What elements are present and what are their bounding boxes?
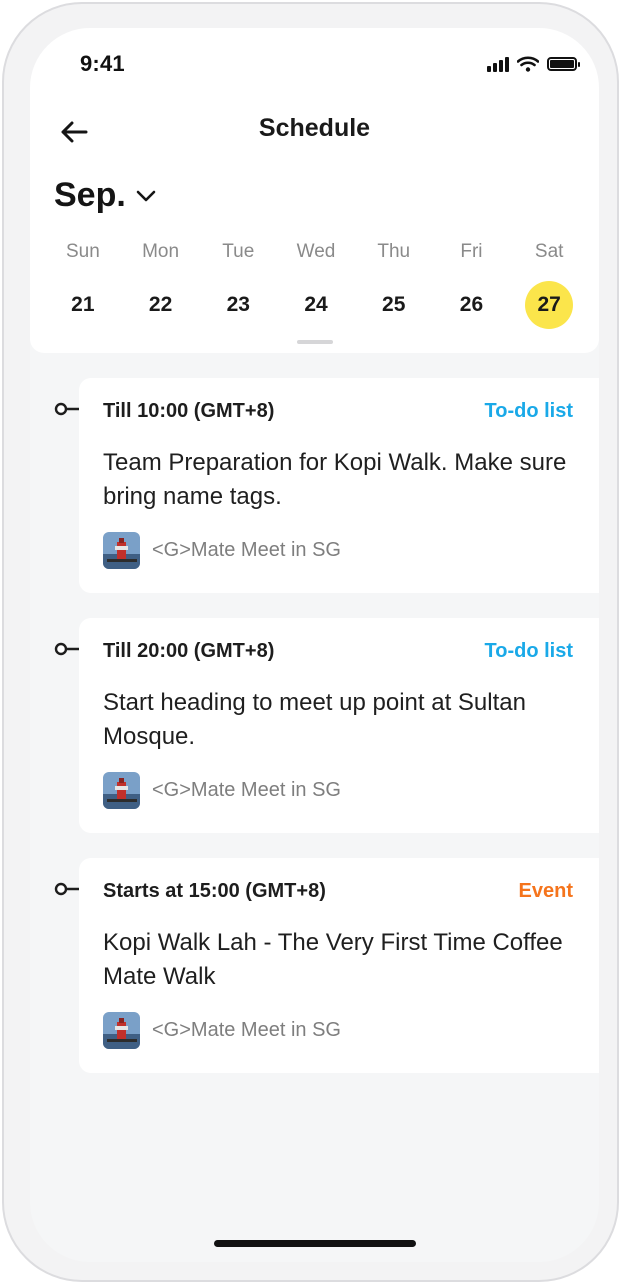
page-title: Schedule (258, 114, 371, 142)
signal-icon (487, 56, 509, 72)
day-thu[interactable]: Thu 25 (355, 241, 433, 329)
phone-frame: 9:41 Schedule Sep. Sun 21 Mon 22 Tue 23 … (2, 2, 619, 1282)
day-name: Mon (142, 241, 180, 262)
schedule-description: Team Preparation for Kopi Walk. Make sur… (103, 449, 567, 510)
group-thumbnail-icon (103, 772, 140, 809)
day-wed[interactable]: Wed 24 (277, 241, 355, 329)
day-number: 22 (148, 293, 173, 316)
chevron-down-icon (136, 190, 156, 201)
group-name: <G>Mate Meet in SG (152, 539, 341, 561)
day-tue[interactable]: Tue 23 (199, 241, 277, 329)
day-name: Thu (377, 241, 411, 262)
schedule-type-label[interactable]: To-do list (485, 400, 574, 423)
day-number: 24 (304, 293, 328, 316)
header-panel: 9:41 Schedule Sep. Sun 21 Mon 22 Tue 23 … (30, 28, 599, 353)
day-sun[interactable]: Sun 21 (44, 241, 122, 329)
status-time: 9:41 (80, 51, 125, 76)
group-link[interactable]: <G>Mate Meet in SG (103, 532, 341, 569)
schedule-type-label[interactable]: To-do list (485, 640, 574, 663)
timeline-node-icon (54, 882, 80, 896)
day-number: 21 (71, 293, 95, 316)
day-fri[interactable]: Fri 26 (433, 241, 511, 329)
schedule-item: Till 10:00 (GMT+8) To-do list Team Prepa… (30, 378, 599, 593)
day-number: 25 (382, 293, 406, 316)
day-name: Fri (460, 241, 483, 262)
schedule-description: Kopi Walk Lah - The Very First Time Coff… (103, 929, 563, 990)
schedule-card[interactable]: Starts at 15:00 (GMT+8) Event Kopi Walk … (79, 858, 599, 1073)
home-indicator[interactable] (214, 1240, 416, 1247)
month-label: Sep. (54, 176, 126, 214)
schedule-type-label[interactable]: Event (519, 880, 573, 903)
status-icons (487, 55, 580, 73)
schedule-card[interactable]: Till 10:00 (GMT+8) To-do list Team Prepa… (79, 378, 599, 593)
timeline-node-icon (54, 642, 80, 656)
group-name: <G>Mate Meet in SG (152, 1019, 341, 1041)
schedule-item: Starts at 15:00 (GMT+8) Event Kopi Walk … (30, 858, 599, 1073)
drag-handle[interactable] (297, 340, 333, 344)
group-thumbnail-icon (103, 1012, 140, 1049)
day-name: Sat (534, 241, 564, 262)
week-row: Sun 21 Mon 22 Tue 23 Wed 24 Thu 25 Fri 2… (44, 241, 588, 329)
group-thumbnail-icon (103, 532, 140, 569)
schedule-time: Starts at 15:00 (GMT+8) (103, 880, 326, 902)
group-link[interactable]: <G>Mate Meet in SG (103, 772, 341, 809)
day-name: Tue (222, 241, 255, 262)
schedule-card[interactable]: Till 20:00 (GMT+8) To-do list Start head… (79, 618, 599, 833)
day-number: 26 (459, 293, 484, 316)
wifi-icon (517, 56, 539, 72)
battery-icon (547, 57, 580, 71)
group-name: <G>Mate Meet in SG (152, 779, 341, 801)
group-link[interactable]: <G>Mate Meet in SG (103, 1012, 341, 1049)
schedule-description: Start heading to meet up point at Sultan… (103, 689, 526, 750)
day-name: Sun (65, 241, 100, 262)
schedule-time: Till 20:00 (GMT+8) (103, 640, 275, 662)
month-selector[interactable]: Sep. (54, 176, 156, 215)
phone-screen: 9:41 Schedule Sep. Sun 21 Mon 22 Tue 23 … (30, 28, 599, 1262)
day-sat[interactable]: Sat 27 (510, 241, 588, 329)
selected-day-number: 27 (525, 281, 574, 329)
day-number: 23 (226, 293, 250, 316)
day-name: Wed (296, 241, 336, 262)
schedule-time: Till 10:00 (GMT+8) (103, 400, 275, 422)
day-mon[interactable]: Mon 22 (122, 241, 200, 329)
timeline-node-icon (54, 402, 80, 416)
schedule-item: Till 20:00 (GMT+8) To-do list Start head… (30, 618, 599, 833)
